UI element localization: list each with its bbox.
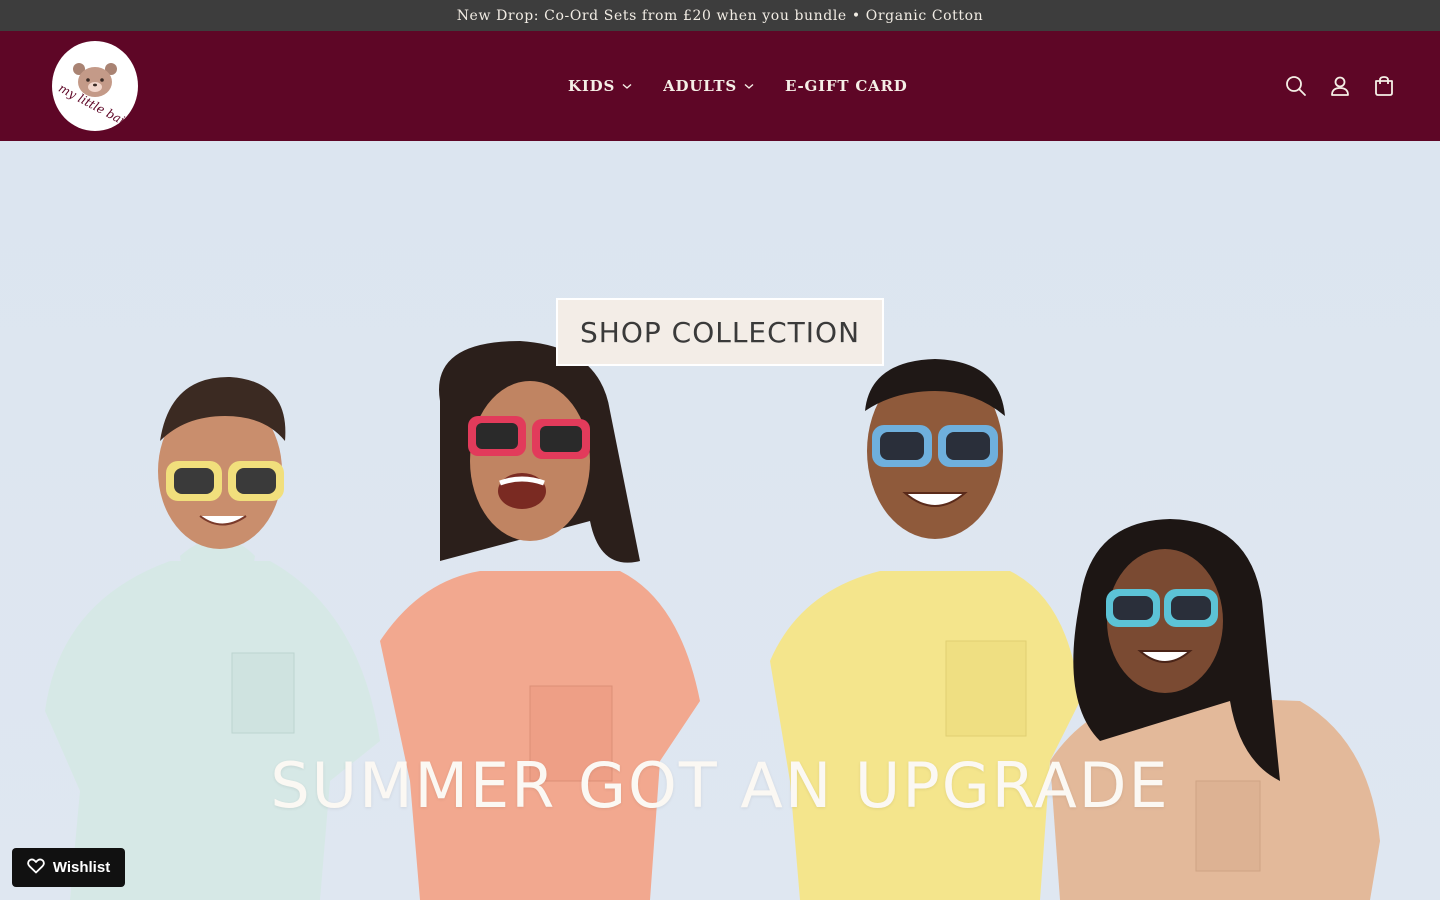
announcement-bar: New Drop: Co-Ord Sets from £20 when you … xyxy=(0,0,1440,31)
heart-icon xyxy=(27,858,45,878)
account-icon[interactable] xyxy=(1328,74,1352,98)
nav-item-kids[interactable]: KIDS xyxy=(564,71,637,101)
nav-item-adults[interactable]: ADULTS xyxy=(659,71,759,101)
header-actions xyxy=(1284,31,1396,141)
chevron-down-icon xyxy=(743,80,755,92)
hero-title: SUMMER GOT AN UPGRADE xyxy=(270,749,1170,822)
nav-label: E-GIFT CARD xyxy=(784,77,908,95)
nav-label: KIDS xyxy=(568,77,616,95)
shop-collection-label: SHOP COLLECTION xyxy=(579,315,861,349)
hero-banner: SHOP COLLECTION SUMMER GOT AN UPGRADE xyxy=(0,141,1440,900)
search-icon[interactable] xyxy=(1284,74,1308,98)
wishlist-button[interactable]: Wishlist xyxy=(12,848,125,887)
brand-logo[interactable]: my little baili xyxy=(52,41,138,131)
main-nav: KIDS ADULTS E-GIFT CARD xyxy=(564,31,912,141)
nav-label: ADULTS xyxy=(663,77,737,95)
nav-item-e-gift-card[interactable]: E-GIFT CARD xyxy=(781,71,912,101)
wishlist-label: Wishlist xyxy=(52,859,111,876)
shop-collection-button[interactable]: SHOP COLLECTION xyxy=(556,298,884,366)
cart-icon[interactable] xyxy=(1372,74,1396,98)
site-header: my little baili KIDS ADULTS E-GIFT CARD xyxy=(0,31,1440,141)
announcement-text: New Drop: Co-Ord Sets from £20 when you … xyxy=(456,7,984,24)
chevron-down-icon xyxy=(621,80,633,92)
